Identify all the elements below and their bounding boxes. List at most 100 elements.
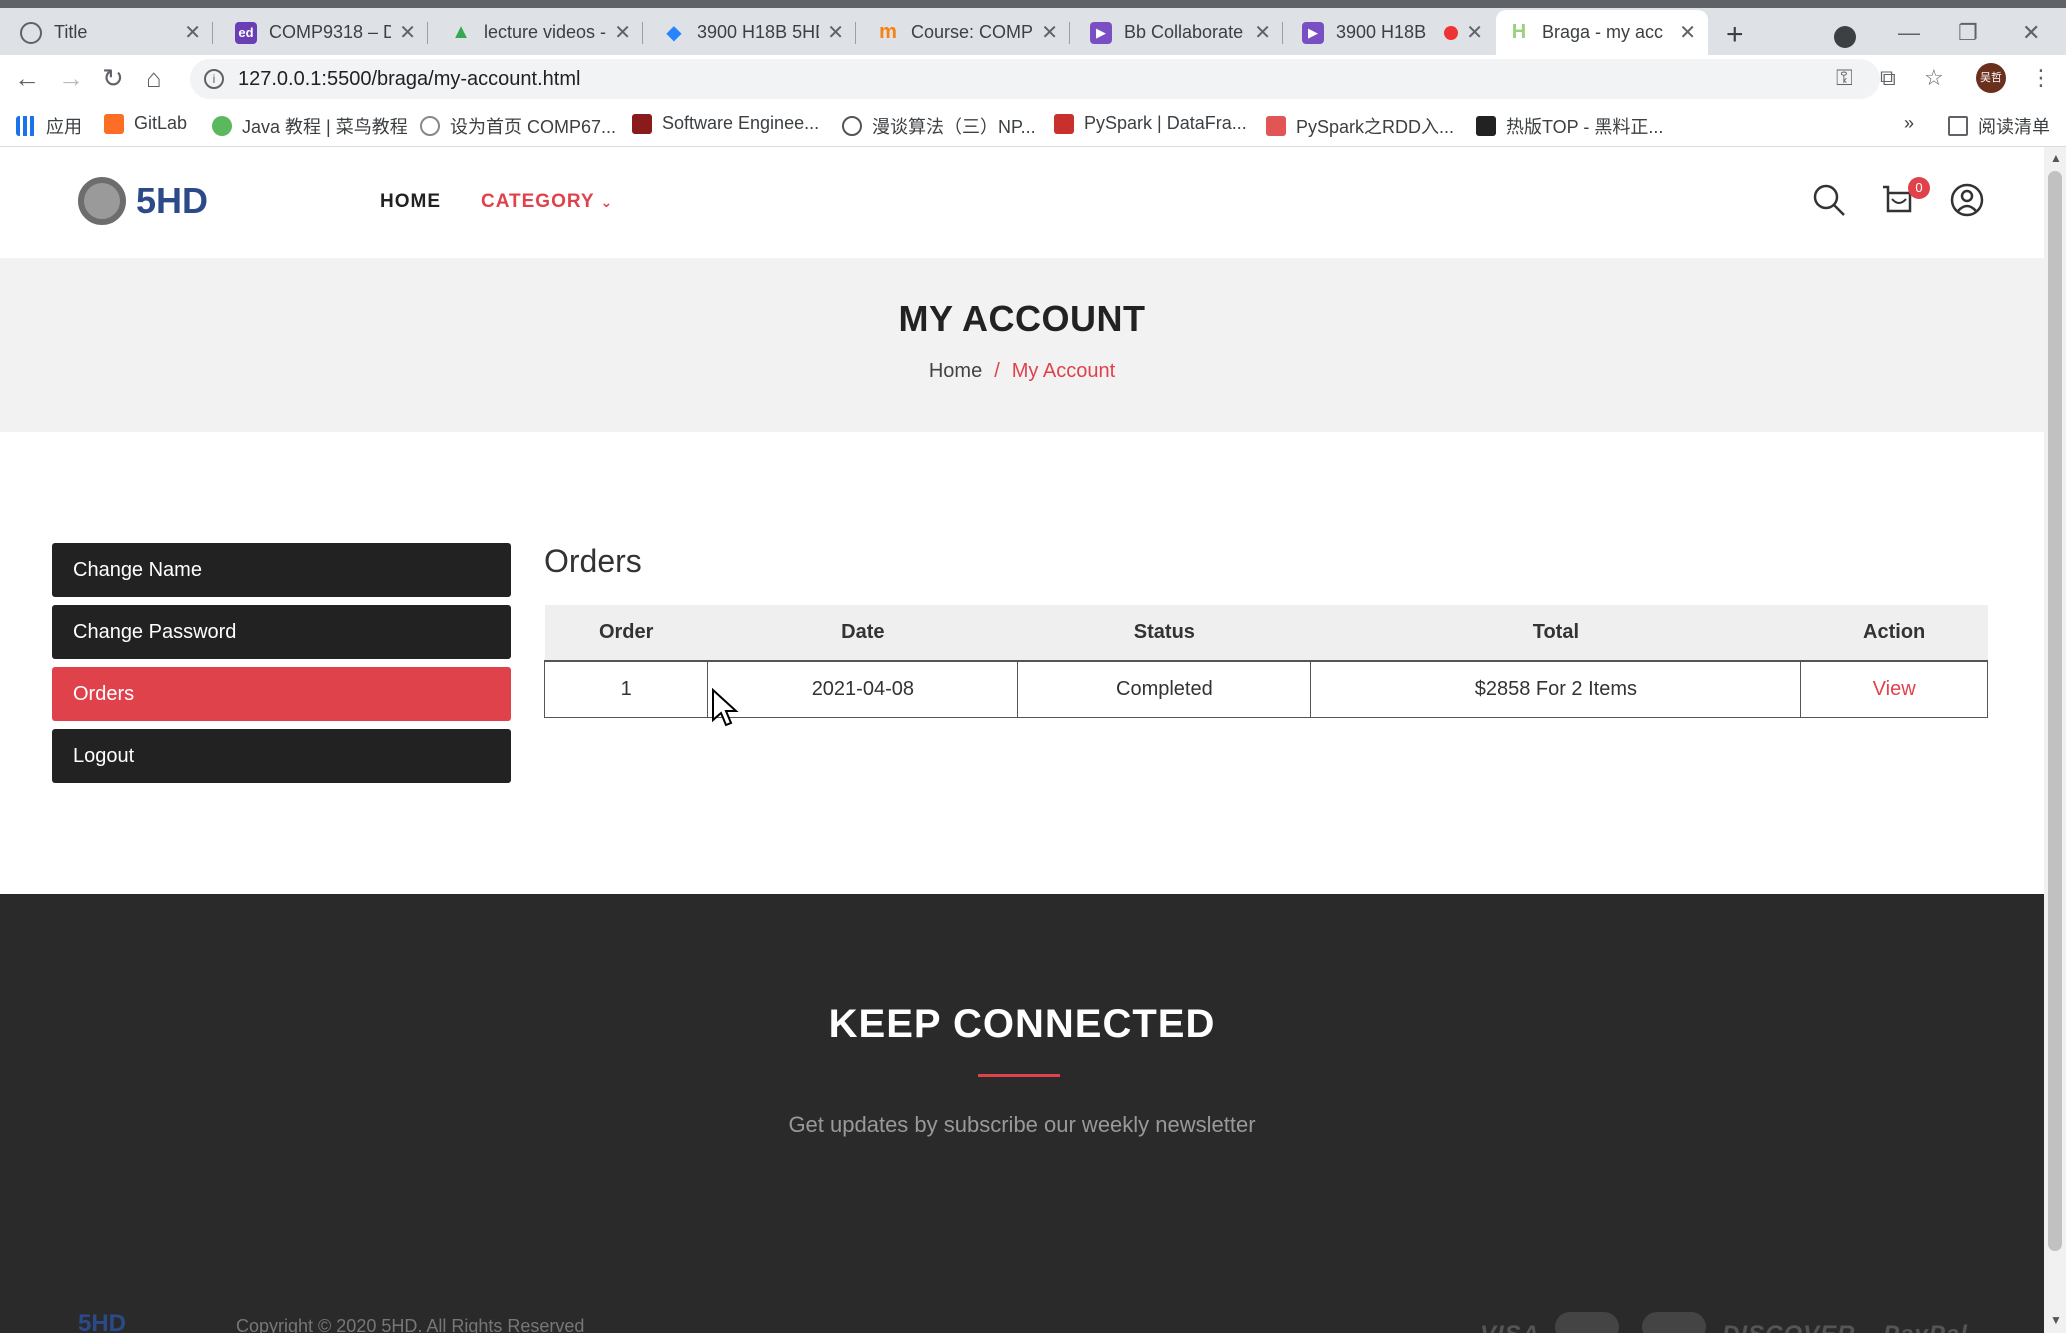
browser-tab[interactable]: ◆ 3900 H18B 5HD ✕ <box>651 10 856 55</box>
restore-icon[interactable]: ❐ <box>1958 20 1978 46</box>
mastercard-icon <box>1554 1312 1619 1333</box>
orders-table: Order Date Status Total Action 1 2021-04… <box>543 605 1988 718</box>
h-icon: H <box>1511 21 1527 43</box>
bookmark-item[interactable]: 漫谈算法（三）NP... <box>842 113 1036 139</box>
page-title: MY ACCOUNT <box>898 298 1146 339</box>
close-icon[interactable]: ✕ <box>1254 20 1271 45</box>
mouse-cursor-icon <box>712 688 739 727</box>
paypal-icon: PayPal <box>1883 1321 1968 1333</box>
minimize-icon[interactable]: — <box>1898 20 1920 46</box>
scroll-down-icon[interactable]: ▼ <box>2050 1313 2062 1327</box>
more-bookmarks[interactable]: » <box>1904 113 1914 134</box>
tab-title: Bb Collaborate <box>1124 22 1244 42</box>
bookmark-label: Software Enginee... <box>662 113 820 133</box>
moodle-icon: m <box>879 21 897 43</box>
sidebar-item-change-name[interactable]: Change Name <box>52 543 511 597</box>
nav-category[interactable]: CATEGORY ⌄ <box>481 191 613 213</box>
page-scrollbar[interactable]: ▲ ▼ <box>2044 147 2066 1333</box>
tab-title: 3900 H18B 5HD <box>697 22 820 42</box>
site-info-icon[interactable]: i <box>204 69 224 89</box>
chat-icon <box>420 116 440 136</box>
user-icon[interactable] <box>1950 183 1984 217</box>
browser-tab[interactable]: ▲ lecture videos - ✕ <box>438 10 643 55</box>
reading-list[interactable]: 阅读清单 <box>1948 113 2050 139</box>
search-icon[interactable] <box>1812 183 1846 217</box>
bookmarks-bar: 应用 GitLab Java 教程 | 菜鸟教程 设为首页 COMP67... … <box>0 103 2066 147</box>
nav-home[interactable]: HOME <box>380 191 441 213</box>
column-header: Status <box>1017 605 1311 662</box>
discover-icon: DISCOVER <box>1722 1321 1855 1333</box>
new-tab-icon[interactable]: + <box>1726 18 1744 52</box>
browser-tab[interactable]: m Course: COMP ✕ <box>865 10 1070 55</box>
table-header-row: Order Date Status Total Action <box>544 605 1988 662</box>
mastercard-icon <box>1642 1312 1707 1333</box>
menu-icon[interactable]: ⋮ <box>2030 65 2052 91</box>
profile-avatar[interactable]: 吴哲 <box>1976 63 2006 93</box>
scroll-up-icon[interactable]: ▲ <box>2050 151 2062 165</box>
bookmark-label: PySpark之RDD入... <box>1296 117 1455 137</box>
back-icon[interactable]: ← <box>14 63 40 94</box>
tab-search-icon[interactable] <box>1834 26 1856 48</box>
address-bar[interactable]: i 127.0.0.1:5500/braga/my-account.html <box>190 59 1880 99</box>
view-order-link[interactable]: View <box>1800 660 1988 718</box>
breadcrumb-home[interactable]: Home <box>929 360 982 383</box>
forward-icon[interactable]: → <box>58 63 84 94</box>
close-icon[interactable]: ✕ <box>614 20 631 45</box>
breadcrumb: Home / My Account <box>0 360 2044 383</box>
browser-tab[interactable]: Title ✕ <box>8 10 213 55</box>
close-icon[interactable]: ✕ <box>184 20 201 45</box>
close-icon[interactable]: ✕ <box>1679 20 1696 45</box>
bookmark-item[interactable]: GitLab <box>104 113 187 134</box>
sidebar-item-orders[interactable]: Orders <box>52 667 511 721</box>
browser-tab[interactable]: ▶ 3900 H18B ✕ <box>1290 10 1495 55</box>
chevron-down-icon: ⌄ <box>600 194 614 210</box>
bookmark-item[interactable]: PySpark | DataFra... <box>1054 113 1247 134</box>
order-total: $2858 For 2 Items <box>1310 660 1802 718</box>
cart-count-badge: 0 <box>1908 177 1930 199</box>
sidebar-item-logout[interactable]: Logout <box>52 729 511 783</box>
star-icon[interactable]: ☆ <box>1924 65 1944 91</box>
apps-icon <box>16 116 36 136</box>
bookmark-label: GitLab <box>134 113 188 133</box>
browser-tab[interactable]: ed COMP9318 – D ✕ <box>223 10 428 55</box>
csdn-icon <box>1054 113 1074 134</box>
bookmark-item[interactable]: 热版TOP - 黑料正... <box>1476 113 1663 139</box>
bookmark-item[interactable]: 应用 <box>16 113 82 139</box>
close-window-icon[interactable]: ✕ <box>2022 20 2040 46</box>
tab-title: 3900 H18B <box>1336 22 1427 42</box>
bookmark-item[interactable]: Java 教程 | 菜鸟教程 <box>212 113 408 139</box>
close-icon[interactable]: ✕ <box>1041 20 1058 45</box>
column-header: Order <box>544 605 708 662</box>
logo-mark-icon <box>78 177 126 225</box>
close-icon[interactable]: ✕ <box>827 20 844 45</box>
column-header: Action <box>1800 605 1988 662</box>
footer-logo[interactable]: 5HD <box>78 1310 126 1333</box>
page-viewport: 5HD HOME CATEGORY ⌄ 0 MY ACCOUNT Home / … <box>0 147 2044 1333</box>
crest-icon <box>632 113 652 134</box>
copyright-text: Copyright © 2020 5HD. All Rights Reserve… <box>236 1316 585 1333</box>
logo-text: 5HD <box>136 180 209 221</box>
translate-icon[interactable]: ⧉ <box>1880 65 1896 91</box>
bookmark-item[interactable]: 设为首页 COMP67... <box>420 113 616 139</box>
jira-icon: ◆ <box>666 22 682 44</box>
jianshu-icon <box>1266 116 1286 136</box>
close-icon[interactable]: ✕ <box>1466 20 1483 45</box>
bookmark-item[interactable]: PySpark之RDD入... <box>1266 113 1454 139</box>
key-icon[interactable]: ⚿ <box>1836 65 1853 91</box>
browser-tab-active[interactable]: H Braga - my acc ✕ <box>1496 10 1708 55</box>
sidebar-item-change-password[interactable]: Change Password <box>52 605 511 659</box>
scrollbar-thumb[interactable] <box>2048 171 2062 1251</box>
reading-list-icon <box>1948 116 1968 136</box>
bookmark-label: PySpark | DataFra... <box>1084 113 1247 133</box>
tab-title: Course: COMP <box>911 22 1034 42</box>
home-icon[interactable]: ⌂ <box>146 63 162 94</box>
google-drive-icon: ▲ <box>451 21 471 43</box>
column-header: Total <box>1310 605 1801 662</box>
reload-icon[interactable]: ↻ <box>102 63 124 94</box>
browser-tab[interactable]: ▶ Bb Collaborate ✕ <box>1078 10 1283 55</box>
bookmark-item[interactable]: Software Enginee... <box>632 113 819 134</box>
runoob-icon <box>212 116 232 136</box>
page-banner: MY ACCOUNT Home / My Account <box>0 258 2044 432</box>
site-logo[interactable]: 5HD <box>78 177 208 225</box>
close-icon[interactable]: ✕ <box>399 20 416 45</box>
